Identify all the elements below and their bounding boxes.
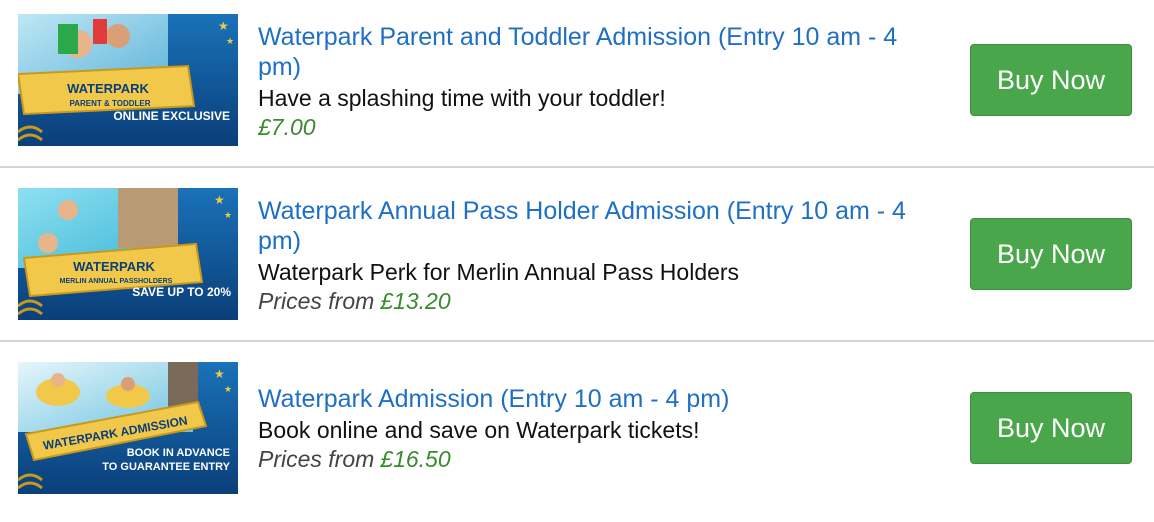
product-title-link[interactable]: Waterpark Annual Pass Holder Admission (…: [258, 196, 938, 256]
price-line: Prices from £16.50: [258, 444, 938, 474]
product-description: Waterpark Perk for Merlin Annual Pass Ho…: [258, 259, 740, 285]
star-icon: ★: [214, 367, 225, 381]
star-icon: ★: [214, 193, 225, 207]
buy-now-button[interactable]: Buy Now: [970, 392, 1132, 464]
price-line: Prices from £13.20: [258, 286, 938, 316]
product-thumbnail[interactable]: WATERPARK MERLIN ANNUAL PASSHOLDERS SAVE…: [18, 188, 238, 320]
product-thumbnail[interactable]: WATERPARK PARENT & TODDLER ONLINE EXCLUS…: [18, 14, 238, 146]
divider: [0, 340, 1154, 342]
banner-brand-text: WATERPARK: [73, 259, 155, 274]
product-title-link[interactable]: Waterpark Parent and Toddler Admission (…: [258, 22, 938, 82]
product-info: Waterpark Parent and Toddler Admission (…: [258, 22, 938, 142]
price-value: £7.00: [258, 114, 316, 140]
banner-brand-text: WATERPARK: [67, 81, 149, 96]
banner-tagline-line1: BOOK IN ADVANCE: [127, 447, 230, 459]
star-icon: ★: [218, 19, 229, 33]
price-value: £16.50: [380, 446, 451, 472]
product-thumbnail[interactable]: WATERPARK ADMISSION BOOK IN ADVANCE TO G…: [18, 362, 238, 494]
price-prefix: Prices from: [258, 446, 375, 472]
star-icon: ★: [224, 210, 232, 220]
product-info: Waterpark Annual Pass Holder Admission (…: [258, 196, 938, 316]
price-value: £13.20: [380, 288, 451, 314]
price-line: £7.00: [258, 112, 938, 142]
star-icon: ★: [226, 36, 234, 46]
product-description: Have a splashing time with your toddler!: [258, 85, 666, 111]
product-row: WATERPARK MERLIN ANNUAL PASSHOLDERS SAVE…: [0, 174, 1154, 348]
product-row: WATERPARK PARENT & TODDLER ONLINE EXCLUS…: [0, 0, 1154, 174]
banner-sub-text: MERLIN ANNUAL PASSHOLDERS: [60, 278, 173, 285]
product-description: Book online and save on Waterpark ticket…: [258, 417, 700, 443]
buy-now-button[interactable]: Buy Now: [970, 218, 1132, 290]
banner-tagline-text: SAVE UP TO 20%: [132, 285, 231, 299]
banner-annual-pass: WATERPARK MERLIN ANNUAL PASSHOLDERS SAVE…: [18, 188, 238, 320]
banner-parent-toddler: WATERPARK PARENT & TODDLER ONLINE EXCLUS…: [18, 14, 238, 146]
banner-tagline-line2: TO GUARANTEE ENTRY: [102, 461, 230, 473]
product-info: Waterpark Admission (Entry 10 am - 4 pm)…: [258, 384, 938, 474]
banner-admission: WATERPARK ADMISSION BOOK IN ADVANCE TO G…: [18, 362, 238, 494]
star-icon: ★: [224, 384, 232, 394]
price-prefix: Prices from: [258, 288, 375, 314]
product-title-link[interactable]: Waterpark Admission (Entry 10 am - 4 pm): [258, 384, 938, 414]
banner-tagline-text: ONLINE EXCLUSIVE: [113, 109, 230, 123]
product-row: WATERPARK ADMISSION BOOK IN ADVANCE TO G…: [0, 348, 1154, 522]
divider: [0, 166, 1154, 168]
buy-now-button[interactable]: Buy Now: [970, 44, 1132, 116]
banner-sub-text: PARENT & TODDLER: [69, 99, 150, 108]
